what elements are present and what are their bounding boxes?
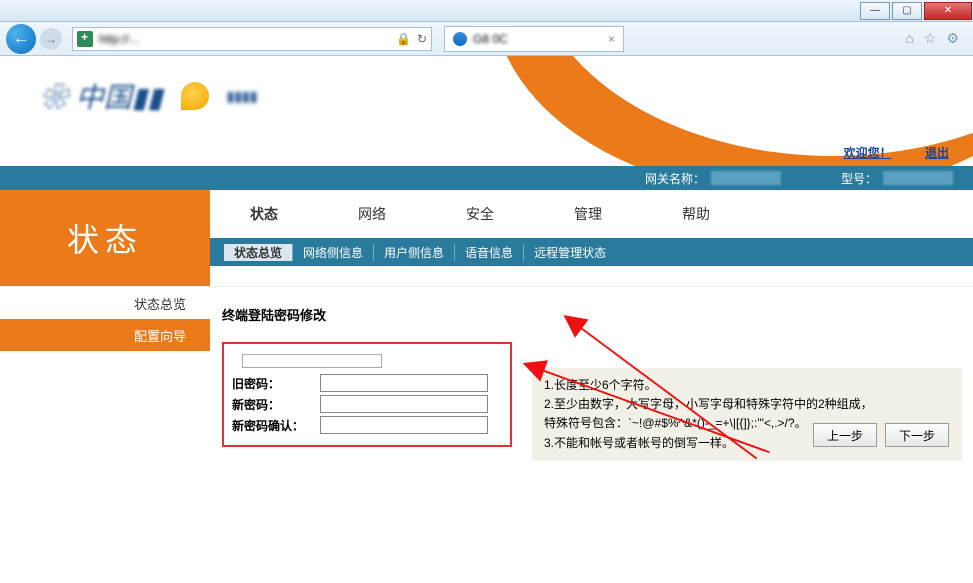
gateway-label: 网关名称： (645, 170, 705, 187)
rule-2a: 2.至少由数字，大写字母，小写字母和特殊字符中的2种组成， (544, 395, 950, 414)
tab-security[interactable]: 安全 (426, 190, 534, 238)
confirm-password-input[interactable] (320, 416, 488, 434)
model-label: 型号： (841, 170, 877, 187)
tab-network[interactable]: 网络 (318, 190, 426, 238)
body-row: 状态总览 配置向导 终端登陆密码修改 终端登陆密码修改 旧密码： 新密码： (0, 286, 973, 465)
new-password-label: 新密码： (232, 396, 320, 413)
prev-button[interactable]: 上一步 (813, 423, 877, 447)
lock-icon: 🔒 (396, 32, 411, 46)
welcome-line: 欢迎您！ 退出 (814, 144, 949, 161)
minimize-button[interactable]: — (860, 2, 890, 20)
url-input[interactable] (99, 32, 396, 46)
tab-status[interactable]: 状态 (210, 190, 318, 238)
current-section-title: 状态 (0, 190, 210, 286)
secondary-logo-icon (181, 82, 209, 110)
window-titlebar: — ▢ ✕ (0, 0, 973, 22)
subtab-wan[interactable]: 网络侧信息 (293, 244, 374, 261)
new-password-input[interactable] (320, 395, 488, 413)
brand-logo: ❀ 中国▮▮ (40, 76, 163, 116)
address-bar[interactable]: 🔒 ↻ (72, 27, 432, 51)
page-header: ❀ 中国▮▮ ▮▮▮▮ 欢迎您！ 退出 (0, 56, 973, 166)
favicon-icon (453, 32, 467, 46)
forward-button[interactable]: → (40, 28, 62, 50)
secondary-tabs: 状态总览 网络侧信息 用户侧信息 语音信息 远程管理状态 (210, 238, 973, 266)
chrome-actions: ⌂ ☆ ⚙ (905, 30, 967, 47)
refresh-icon[interactable]: ↻ (417, 32, 427, 46)
subtab-overview[interactable]: 状态总览 (224, 244, 293, 261)
sidebar-item-overview[interactable]: 状态总览 (0, 287, 210, 319)
gear-icon[interactable]: ⚙ (946, 30, 959, 47)
star-icon[interactable]: ☆ (924, 30, 937, 47)
info-bar: 网关名称： 型号： (0, 166, 973, 190)
logout-link[interactable]: 退出 (925, 146, 949, 160)
section-title: 终端登陆密码修改 (222, 305, 955, 324)
wizard-buttons: 上一步 下一步 (813, 423, 949, 447)
close-button[interactable]: ✕ (924, 2, 972, 20)
tab-help[interactable]: 帮助 (642, 190, 750, 238)
back-button[interactable]: ← (6, 24, 36, 54)
browser-tab[interactable]: G8 0C × (444, 26, 624, 52)
main-tabs-row: 状态 状态 网络 安全 管理 帮助 状态总览 网络侧信息 用户侧信息 语音信息 … (0, 190, 973, 286)
subtab-voice[interactable]: 语音信息 (455, 244, 524, 261)
password-form: 旧密码： 新密码： 新密码确认： (222, 342, 512, 447)
subtab-lan[interactable]: 用户侧信息 (374, 244, 455, 261)
sidebar: 状态总览 配置向导 (0, 287, 210, 465)
tab-manage[interactable]: 管理 (534, 190, 642, 238)
browser-navbar: ← → 🔒 ↻ G8 0C × ⌂ ☆ ⚙ (0, 22, 973, 56)
form-top-box (242, 354, 382, 368)
gateway-value (711, 171, 781, 185)
model-value (883, 171, 953, 185)
shield-icon (77, 31, 93, 47)
subtab-remote[interactable]: 远程管理状态 (524, 244, 616, 261)
maximize-button[interactable]: ▢ (892, 2, 922, 20)
welcome-link[interactable]: 欢迎您！ (844, 146, 892, 160)
confirm-password-label: 新密码确认： (232, 417, 320, 434)
tab-title: G8 0C (473, 32, 602, 46)
rule-1: 1.长度至少6个字符。 (544, 376, 950, 395)
content-area: 终端登陆密码修改 终端登陆密码修改 旧密码： 新密码： 新密码确认： (210, 287, 973, 465)
old-password-label: 旧密码： (232, 375, 320, 392)
primary-tabs: 状态 网络 安全 管理 帮助 (210, 190, 973, 238)
sidebar-item-wizard[interactable]: 配置向导 (0, 319, 210, 351)
old-password-input[interactable] (320, 374, 488, 392)
next-button[interactable]: 下一步 (885, 423, 949, 447)
secondary-logo-text: ▮▮▮▮ (227, 88, 258, 105)
home-icon[interactable]: ⌂ (905, 30, 913, 47)
page: ❀ 中国▮▮ ▮▮▮▮ 欢迎您！ 退出 网关名称： 型号： 状态 状态 网络 安… (0, 56, 973, 583)
tab-close-icon[interactable]: × (608, 32, 615, 46)
